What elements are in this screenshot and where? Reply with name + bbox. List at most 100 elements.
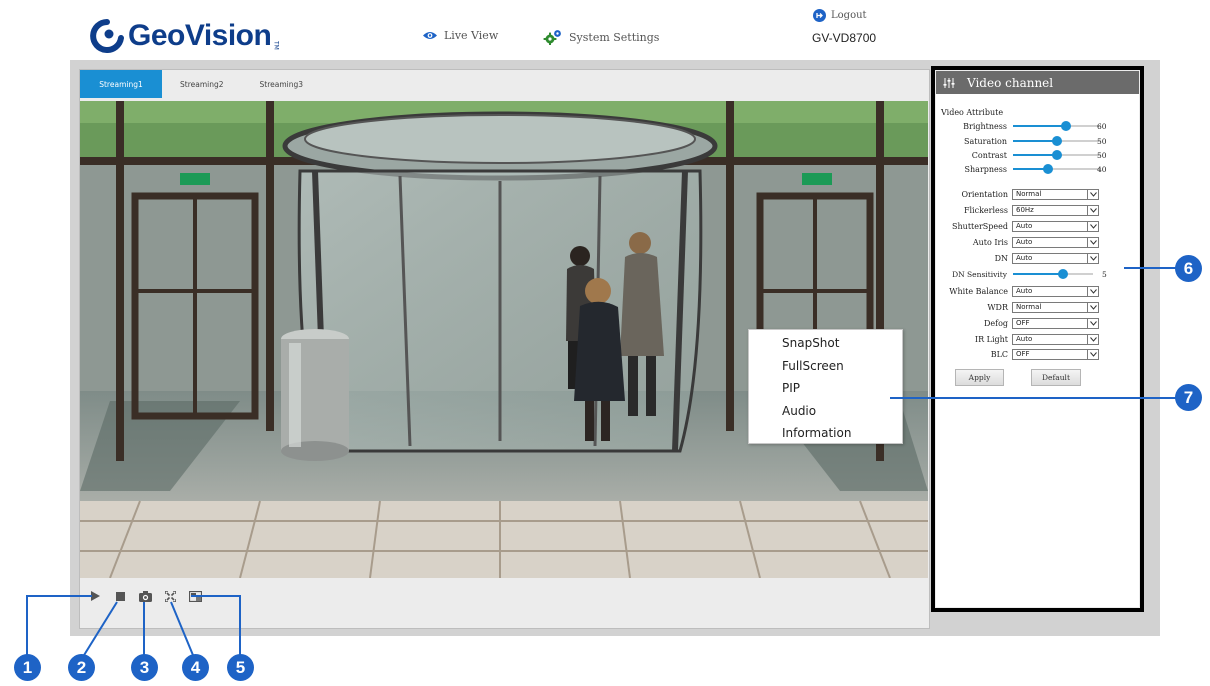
nav-live-view[interactable]: Live View [422, 29, 498, 42]
chevron-down-icon [1087, 221, 1098, 231]
contrast-knob[interactable] [1052, 150, 1062, 160]
play-icon[interactable] [88, 589, 102, 603]
blc-row: BLC OFF [937, 348, 1099, 360]
shutterspeed-select[interactable]: Auto [1012, 220, 1099, 232]
dn-sensitivity-label: DN Sensitivity [952, 269, 1007, 279]
geovision-logo: GeoVision TM [90, 14, 279, 58]
saturation-slider-row: Saturation 50 [937, 135, 1107, 147]
saturation-knob[interactable] [1052, 136, 1062, 146]
blc-label: BLC [990, 349, 1008, 359]
logout-link[interactable]: Logout [813, 9, 867, 22]
callout-3: 3 [131, 654, 158, 681]
menu-item-snapshot[interactable]: SnapShot [749, 332, 902, 355]
white-balance-select[interactable]: Auto [1012, 285, 1099, 297]
player-controls [88, 589, 202, 603]
saturation-track[interactable] [1013, 136, 1101, 146]
contrast-track[interactable] [1013, 150, 1101, 160]
shutterspeed-label: ShutterSpeed [952, 221, 1008, 231]
sharpness-track[interactable] [1013, 164, 1101, 174]
menu-item-pip[interactable]: PIP [749, 377, 902, 400]
defog-select[interactable]: OFF [1012, 317, 1099, 329]
device-name: GV-VD8700 [812, 31, 877, 45]
ir-light-select[interactable]: Auto [1012, 333, 1099, 345]
gears-icon [543, 30, 561, 45]
brightness-value: 60 [1097, 121, 1107, 131]
pip-icon[interactable] [188, 589, 202, 603]
flickerless-row: Flickerless 60Hz [937, 204, 1099, 216]
ir-light-value: Auto [1016, 335, 1033, 343]
defog-row: Defog OFF [937, 317, 1099, 329]
apply-button[interactable]: Apply [955, 369, 1004, 386]
dn-select[interactable]: Auto [1012, 252, 1099, 264]
saturation-label: Saturation [964, 136, 1007, 146]
brightness-slider-row: Brightness 60 [937, 120, 1107, 132]
callout-7: 7 [1175, 384, 1202, 411]
callout-6: 6 [1175, 255, 1202, 282]
dn-sensitivity-track[interactable] [1013, 269, 1093, 279]
dn-row: DN Auto [937, 252, 1099, 264]
auto-iris-value: Auto [1016, 238, 1033, 246]
wdr-value: Normal [1016, 303, 1042, 311]
wdr-row: WDR Normal [937, 301, 1099, 313]
white-balance-label: White Balance [949, 286, 1008, 296]
menu-item-audio[interactable]: Audio [749, 400, 902, 423]
flickerless-label: Flickerless [963, 205, 1008, 215]
callout-1: 1 [14, 654, 41, 681]
orientation-label: Orientation [961, 189, 1008, 199]
video-attribute-title: Video Attribute [941, 108, 1004, 117]
sharpness-label: Sharpness [964, 164, 1007, 174]
brightness-knob[interactable] [1060, 121, 1071, 131]
saturation-value: 50 [1097, 136, 1107, 146]
dn-sensitivity-value: 5 [1102, 269, 1107, 279]
chevron-down-icon [1087, 334, 1098, 344]
contrast-value: 50 [1097, 150, 1107, 160]
chevron-down-icon [1087, 318, 1098, 328]
brightness-track[interactable] [1013, 121, 1101, 131]
ir-light-label: IR Light [974, 334, 1008, 344]
auto-iris-row: Auto Iris Auto [937, 236, 1099, 248]
blc-select[interactable]: OFF [1012, 348, 1099, 360]
sharpness-knob[interactable] [1043, 164, 1054, 174]
ir-light-row: IR Light Auto [937, 333, 1099, 345]
default-button[interactable]: Default [1031, 369, 1081, 386]
menu-item-fullscreen[interactable]: FullScreen [749, 355, 902, 378]
nav-system-settings-label: System Settings [569, 30, 660, 44]
shutterspeed-row: ShutterSpeed Auto [937, 220, 1099, 232]
logout-icon [813, 9, 826, 22]
callout-2: 2 [68, 654, 95, 681]
tab-streaming2[interactable]: Streaming2 [162, 70, 242, 98]
nav-live-view-label: Live View [444, 29, 499, 42]
chevron-down-icon [1087, 302, 1098, 312]
flickerless-select[interactable]: 60Hz [1012, 204, 1099, 216]
wdr-select[interactable]: Normal [1012, 301, 1099, 313]
stream-tabs: Streaming1 Streaming2 Streaming3 [80, 70, 321, 98]
logo-swirl-icon [90, 19, 124, 53]
video-context-menu: SnapShot FullScreen PIP Audio Informatio… [748, 329, 903, 444]
logo-text: GeoVision [128, 19, 272, 52]
stop-icon[interactable] [113, 589, 127, 603]
chevron-down-icon [1087, 253, 1098, 263]
flickerless-value: 60Hz [1016, 206, 1034, 214]
auto-iris-label: Auto Iris [972, 237, 1008, 247]
white-balance-value: Auto [1016, 287, 1033, 295]
logout-label: Logout [831, 10, 867, 21]
dn-label: DN [994, 253, 1008, 263]
tab-streaming1[interactable]: Streaming1 [80, 70, 162, 98]
fullscreen-icon[interactable] [163, 589, 177, 603]
orientation-value: Normal [1016, 190, 1042, 198]
camera-snapshot-icon[interactable] [138, 589, 152, 603]
sharpness-slider-row: Sharpness 40 [937, 163, 1107, 175]
callout-5: 5 [227, 654, 254, 681]
logo-trademark: TM [272, 41, 280, 50]
orientation-select[interactable]: Normal [1012, 188, 1099, 200]
defog-label: Defog [983, 318, 1008, 328]
wdr-label: WDR [987, 302, 1008, 312]
contrast-slider-row: Contrast 50 [937, 149, 1107, 161]
callout-4: 4 [182, 654, 209, 681]
auto-iris-select[interactable]: Auto [1012, 236, 1099, 248]
menu-item-information[interactable]: Information [749, 422, 902, 445]
chevron-down-icon [1087, 286, 1098, 296]
dn-sensitivity-knob[interactable] [1058, 269, 1068, 279]
tab-streaming3[interactable]: Streaming3 [242, 70, 322, 98]
nav-system-settings[interactable]: System Settings [543, 29, 659, 45]
